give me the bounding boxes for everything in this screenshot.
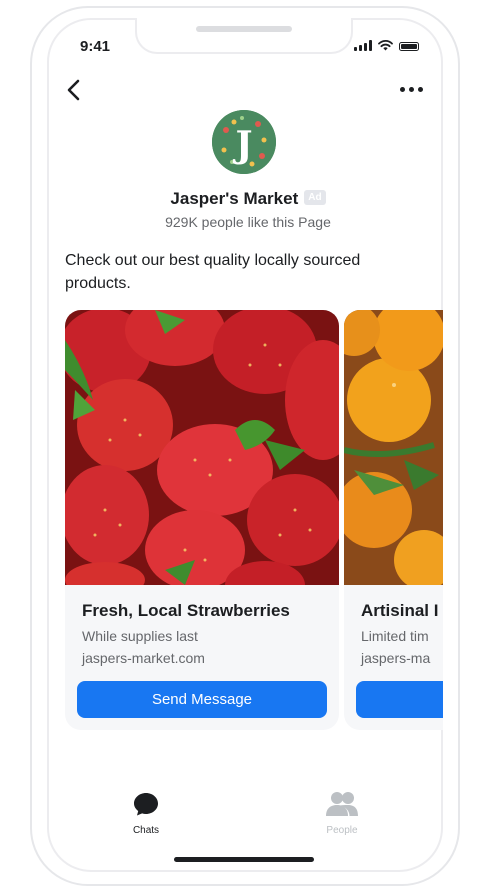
people-icon <box>326 792 358 816</box>
wifi-icon <box>378 40 393 51</box>
card-subtitle: While supplies last <box>82 628 198 644</box>
back-button[interactable] <box>64 78 84 102</box>
more-horizontal-icon <box>400 86 405 92</box>
card-title: Fresh, Local Strawberries <box>82 601 290 620</box>
carousel-card[interactable]: Artisinal I Limited tim jaspers-ma S <box>344 310 443 730</box>
page-avatar[interactable]: J <box>212 110 276 174</box>
tab-people[interactable]: People <box>312 790 372 836</box>
oranges-image <box>344 310 443 585</box>
card-url: jaspers-market.com <box>82 650 205 666</box>
avatar-letter: J <box>232 124 252 166</box>
card-title: Artisinal I <box>361 601 439 620</box>
send-message-button[interactable]: Send Message <box>77 681 327 718</box>
phone-speaker <box>196 26 292 32</box>
page-name-text: Jasper's Market <box>170 189 299 208</box>
status-time: 9:41 <box>80 38 111 55</box>
more-options-button[interactable] <box>400 82 426 96</box>
status-icons <box>354 40 419 51</box>
tab-people-label: People <box>326 825 358 836</box>
carousel-card[interactable]: Fresh, Local Strawberries While supplies… <box>65 310 339 730</box>
message-text: Check out our best quality locally sourc… <box>65 252 361 292</box>
page-name[interactable]: Jasper's Market Ad <box>0 189 496 209</box>
product-carousel[interactable]: Fresh, Local Strawberries While supplies… <box>65 310 443 732</box>
card-subtitle: Limited tim <box>361 628 429 644</box>
send-message-button[interactable]: S <box>356 681 443 718</box>
strawberries-image <box>65 310 339 585</box>
phone-notch <box>135 18 353 54</box>
jaspers-market-logo: J <box>212 110 276 174</box>
card-url: jaspers-ma <box>361 650 431 666</box>
battery-icon <box>399 42 419 51</box>
home-indicator[interactable] <box>174 857 314 862</box>
tab-chats[interactable]: Chats <box>116 790 176 836</box>
chat-bubble-icon <box>134 793 158 816</box>
tab-chats-label: Chats <box>132 825 160 836</box>
chevron-left-icon <box>67 79 80 101</box>
signal-icon <box>354 40 372 51</box>
ad-badge: Ad <box>304 190 326 206</box>
page-likes: 929K people like this Page <box>165 214 331 230</box>
